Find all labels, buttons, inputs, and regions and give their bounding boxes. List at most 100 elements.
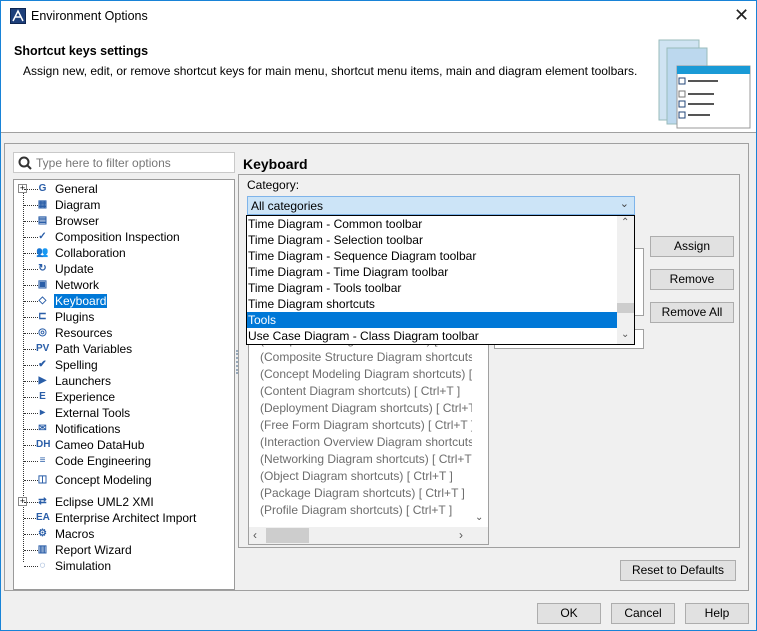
tree-item-label: Resources <box>55 326 113 340</box>
tree-item-label: Notifications <box>55 422 121 436</box>
tree-item-label: Collaboration <box>55 246 126 260</box>
dropdown-option[interactable]: Use Case Diagram - Class Diagram toolbar <box>247 328 617 344</box>
cancel-button[interactable]: Cancel <box>611 603 675 624</box>
ok-button[interactable]: OK <box>537 603 601 624</box>
general-icon: G <box>38 183 47 194</box>
tree-item-cameo-datahub[interactable]: DH Cameo DataHub <box>14 437 234 453</box>
update-icon: ↻ <box>38 263 47 274</box>
tree-item-eclipse-uml2-xmi[interactable]: + ⇄ Eclipse UML2 XMI <box>14 494 234 510</box>
category-value: All categories <box>251 199 324 213</box>
composition-inspection-icon: ✓ <box>38 231 47 242</box>
settings-illustration-icon <box>658 39 751 129</box>
scroll-down-icon[interactable]: ⌄ <box>621 329 629 340</box>
tree-item-general[interactable]: + G General <box>14 181 234 197</box>
tree-item-keyboard[interactable]: ◇ Keyboard <box>14 293 234 309</box>
dropdown-option[interactable]: Time Diagram - Selection toolbar <box>247 232 617 248</box>
tree-item-collaboration[interactable]: 👥 Collaboration <box>14 245 234 261</box>
command-item[interactable]: (Package Diagram shortcuts) [ Ctrl+T ] <box>260 486 472 500</box>
page-title: Keyboard <box>243 156 308 172</box>
tree-item-update[interactable]: ↻ Update <box>14 261 234 277</box>
tree-item-notifications[interactable]: ✉ Notifications <box>14 421 234 437</box>
tree-item-simulation[interactable]: ◌ Simulation <box>14 558 234 574</box>
chevron-down-icon: ⌄ <box>619 198 629 210</box>
eclipse-uml2-xmi-icon: ⇄ <box>38 496 47 507</box>
diagram-icon: ▦ <box>37 199 48 210</box>
app-logo-icon <box>10 8 26 24</box>
tree-item-browser[interactable]: ▤ Browser <box>14 213 234 229</box>
tree-item-composition-inspection[interactable]: ✓ Composition Inspection <box>14 229 234 245</box>
help-button[interactable]: Help <box>685 603 749 624</box>
remove-button[interactable]: Remove <box>650 269 734 290</box>
scroll-up-icon[interactable]: ⌃ <box>621 217 629 228</box>
dropdown-option[interactable]: Time Diagram shortcuts <box>247 296 617 312</box>
tree-item-path-variables[interactable]: PV Path Variables <box>14 341 234 357</box>
tree-item-label: Eclipse UML2 XMI <box>55 495 154 509</box>
external-tools-icon: ▸ <box>39 407 46 418</box>
tree-item-plugins[interactable]: ⊏ Plugins <box>14 309 234 325</box>
launchers-icon: ▶ <box>38 375 47 386</box>
tree-item-diagram[interactable]: ▦ Diagram <box>14 197 234 213</box>
category-dropdown-list[interactable]: ⌃ ⌄ Time Diagram - Common toolbar Time Di… <box>246 215 635 345</box>
keyboard-icon: ◇ <box>38 295 47 306</box>
tree-item-enterprise-architect-import[interactable]: EA Enterprise Architect Import <box>14 510 234 526</box>
tree-item-label: Spelling <box>55 358 98 372</box>
tree-item-label: Report Wizard <box>55 543 132 557</box>
tree-item-label: Simulation <box>55 559 112 573</box>
command-item[interactable]: (Free Form Diagram shortcuts) [ Ctrl+T ] <box>260 418 472 432</box>
horizontal-scrollbar[interactable]: ‹ › <box>249 527 488 544</box>
close-icon[interactable]: ✕ <box>734 5 749 26</box>
command-item[interactable]: (Object Diagram shortcuts) [ Ctrl+T ] <box>260 469 472 483</box>
command-item[interactable]: (Networking Diagram shortcuts) [ Ctrl+T … <box>260 452 472 466</box>
tree-item-code-engineering[interactable]: ≡ Code Engineering <box>14 453 234 469</box>
dropdown-option[interactable]: Time Diagram - Common toolbar <box>247 216 617 232</box>
window-title: Environment Options <box>31 9 148 23</box>
notifications-icon: ✉ <box>38 423 47 434</box>
command-item[interactable]: (Content Diagram shortcuts) [ Ctrl+T ] <box>260 384 472 398</box>
command-item[interactable]: (Concept Modeling Diagram shortcuts) [ C… <box>260 367 472 381</box>
dropdown-scrollbar[interactable]: ⌃ ⌄ <box>617 216 634 344</box>
simulation-icon: ◌ <box>39 560 46 571</box>
tree-item-macros[interactable]: ⚙ Macros <box>14 526 234 542</box>
options-tree[interactable]: + G General ▦ Diagram ▤ Browser ✓ Composition In… <box>13 179 235 590</box>
scrollbar-thumb[interactable] <box>617 303 634 313</box>
tree-item-resources[interactable]: ◎ Resources <box>14 325 234 341</box>
tree-item-report-wizard[interactable]: ▥ Report Wizard <box>14 542 234 558</box>
tree-item-label: Network <box>55 278 100 292</box>
tree-item-network[interactable]: ▣ Network <box>14 277 234 293</box>
dropdown-option[interactable]: Time Diagram - Time Diagram toolbar <box>247 264 617 280</box>
tree-item-experience[interactable]: E Experience <box>14 389 234 405</box>
filter-input[interactable]: Type here to filter options <box>13 152 235 173</box>
command-item[interactable]: (Composite Structure Diagram shortcuts) … <box>260 350 472 364</box>
tree-item-label: Diagram <box>55 198 101 212</box>
remove-all-button[interactable]: Remove All <box>650 302 734 323</box>
tree-item-label: Composition Inspection <box>55 230 180 244</box>
scroll-left-icon[interactable]: ‹ <box>253 528 257 542</box>
path-variables-icon: PV <box>36 343 50 354</box>
browser-icon: ▤ <box>37 215 48 226</box>
category-dropdown[interactable]: All categories ⌄ <box>247 196 635 215</box>
collaboration-icon: 👥 <box>36 247 49 258</box>
tree-item-spelling[interactable]: ✔ Spelling <box>14 357 234 373</box>
tree-item-label: Launchers <box>55 374 112 388</box>
tree-item-concept-modeling[interactable]: ◫ Concept Modeling <box>14 472 234 488</box>
command-item[interactable]: (Profile Diagram shortcuts) [ Ctrl+T ] <box>260 503 472 517</box>
reset-defaults-button[interactable]: Reset to Defaults <box>620 560 736 581</box>
dropdown-option[interactable]: Time Diagram - Sequence Diagram toolbar <box>247 248 617 264</box>
tree-item-external-tools[interactable]: ▸ External Tools <box>14 405 234 421</box>
tree-item-launchers[interactable]: ▶ Launchers <box>14 373 234 389</box>
network-icon: ▣ <box>37 279 48 290</box>
code-engineering-icon: ≡ <box>39 455 46 466</box>
scroll-down-icon[interactable]: ⌄ <box>475 512 483 523</box>
dropdown-option[interactable]: Tools <box>247 312 617 328</box>
command-item[interactable]: (Interaction Overview Diagram shortcuts)… <box>260 435 472 449</box>
tree-item-label: Code Engineering <box>55 454 152 468</box>
scroll-right-icon[interactable]: › <box>459 528 463 542</box>
category-label: Category: <box>247 178 300 192</box>
scrollbar-thumb[interactable] <box>266 528 309 543</box>
command-item[interactable]: (Deployment Diagram shortcuts) [ Ctrl+T … <box>260 401 472 415</box>
plugins-icon: ⊏ <box>38 311 47 322</box>
filter-placeholder: Type here to filter options <box>36 156 171 170</box>
dropdown-option[interactable]: Time Diagram - Tools toolbar <box>247 280 617 296</box>
tree-item-label: Macros <box>55 527 95 541</box>
assign-button[interactable]: Assign <box>650 236 734 257</box>
